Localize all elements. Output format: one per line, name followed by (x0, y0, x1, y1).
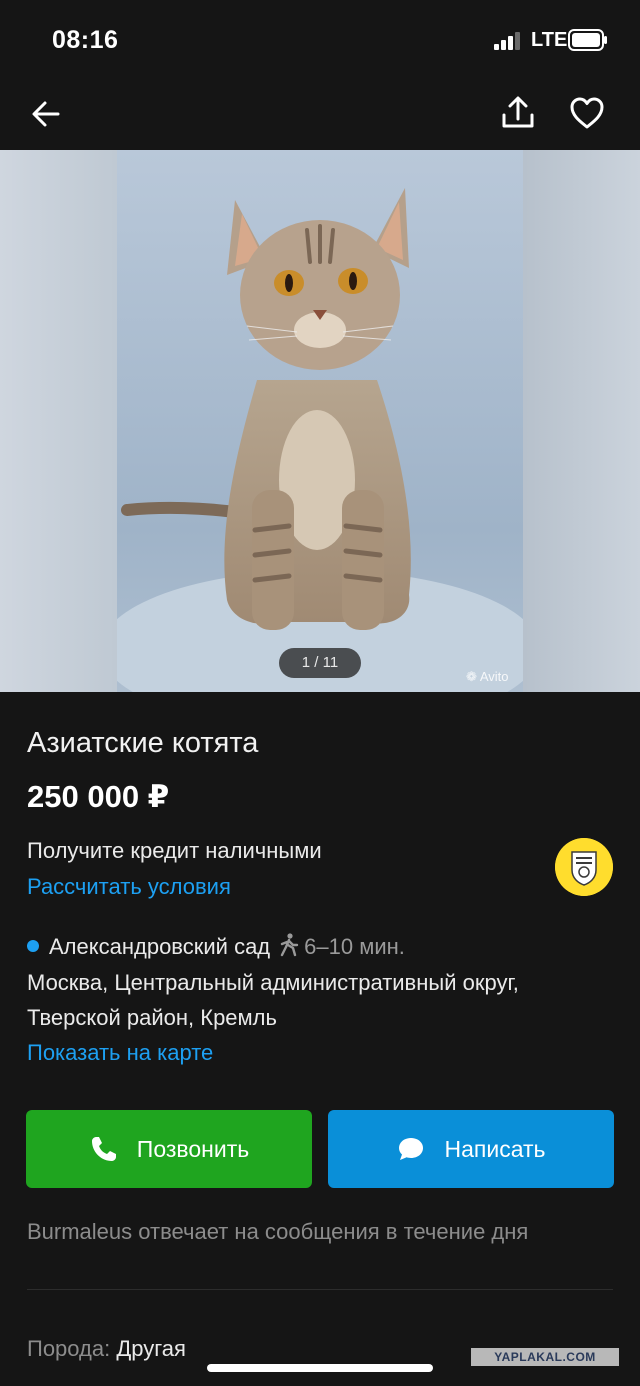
heart-icon[interactable] (567, 93, 607, 133)
listing-price: 250 000 ₽ (27, 779, 170, 814)
metro-info: Александровский сад 6–10 мин. (27, 933, 405, 960)
home-indicator[interactable] (207, 1364, 433, 1372)
write-button-label: Написать (444, 1135, 546, 1162)
status-time: 08:16 (52, 26, 119, 54)
photo-counter: 1 / 11 (279, 648, 361, 678)
address-line-1: Москва, Центральный административный окр… (27, 970, 519, 995)
metro-line-dot (27, 940, 39, 953)
credit-offer-text: Получите кредит наличными (27, 838, 322, 863)
seller-reply-note: Burmaleus отвечает на сообщения в течени… (27, 1219, 529, 1244)
show-on-map-link[interactable]: Показать на карте (27, 1040, 213, 1066)
write-message-button[interactable]: Написать (328, 1110, 614, 1188)
paw-icon: ❁ (466, 669, 477, 684)
nav-bar (0, 80, 640, 150)
calculate-terms-link[interactable]: Рассчитать условия (27, 874, 231, 900)
walking-person-icon (280, 933, 299, 957)
phone-icon (91, 1137, 116, 1161)
call-button[interactable]: Позвонить (26, 1110, 312, 1188)
chat-bubble-icon (399, 1138, 424, 1160)
status-bar: 08:16 LTE (0, 0, 640, 80)
bank-emblem-icon[interactable] (555, 838, 613, 896)
kitten-photo[interactable] (117, 150, 523, 692)
share-icon[interactable] (498, 93, 538, 133)
breed-param: Порода: Другая (27, 1336, 186, 1362)
signal-icon (494, 32, 520, 50)
battery-icon (568, 29, 607, 51)
address-line-2: Тверской район, Кремль (27, 1005, 277, 1030)
network-type: LTE (531, 29, 568, 51)
breed-value: Другая (116, 1336, 186, 1361)
arrow-left-icon[interactable] (26, 94, 66, 134)
metro-walk-time: 6–10 мин. (304, 934, 405, 959)
site-watermark: YAPLAKAL.COM (471, 1348, 619, 1366)
photo-gallery[interactable]: 1 / 11 ❁ Avito (0, 150, 640, 692)
call-button-label: Позвонить (136, 1135, 250, 1162)
metro-station: Александровский сад (49, 934, 271, 959)
section-divider (27, 1289, 613, 1290)
watermark-text: Avito (479, 669, 509, 684)
listing-title: Азиатские котята (27, 727, 259, 759)
breed-label: Порода: (27, 1336, 111, 1361)
avito-watermark: ❁ Avito (466, 669, 508, 685)
